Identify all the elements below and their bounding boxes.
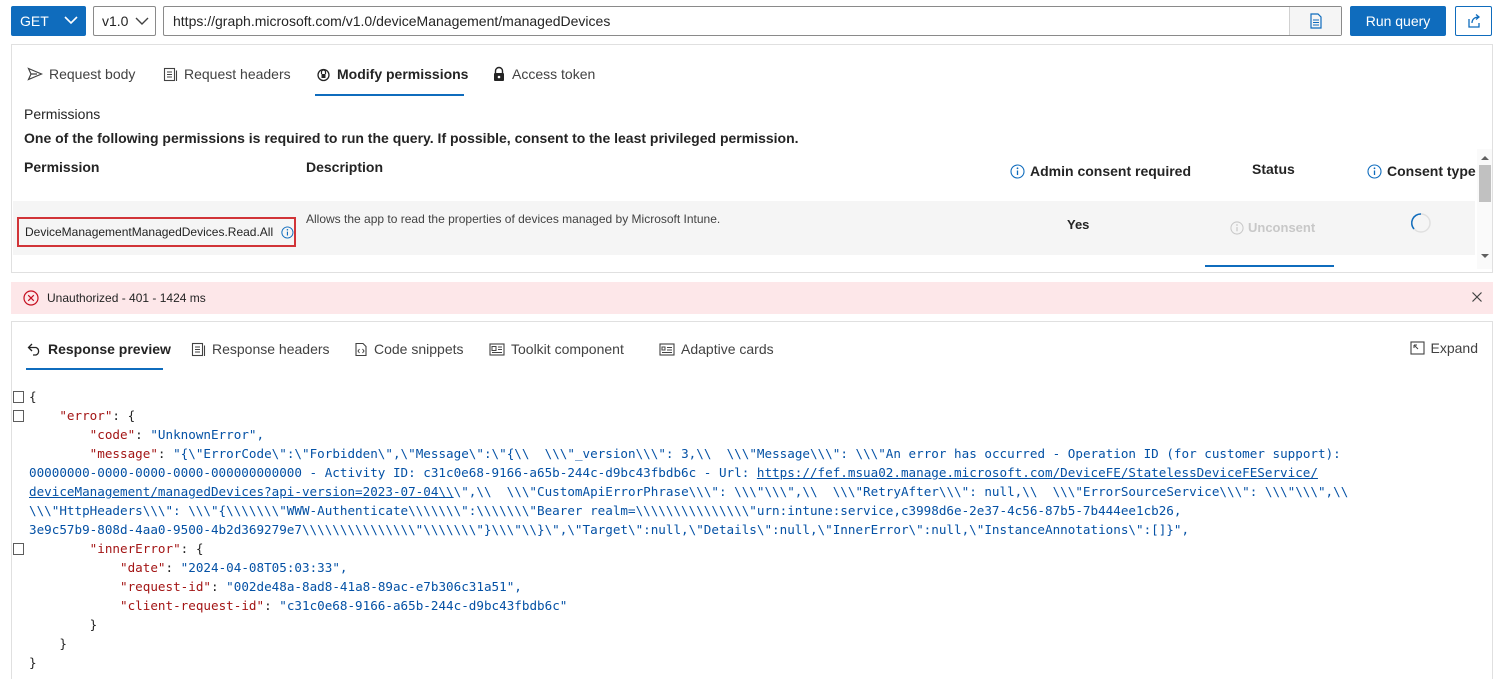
tab-label: Response headers (212, 341, 330, 357)
permission-description: Allows the app to read the properties of… (306, 212, 721, 226)
close-icon[interactable] (1471, 291, 1483, 303)
code-line: "client-request-id": "c31c0e68-9166-a65b… (120, 598, 568, 613)
column-header-admin-consent: Admin consent required (1010, 163, 1191, 179)
tab-label: Request body (49, 66, 136, 82)
info-icon (1230, 220, 1244, 235)
url-field-container (163, 6, 1342, 36)
unconsent-label: Unconsent (1248, 220, 1316, 235)
code-line: "error": { (13, 406, 1348, 425)
error-message: Unauthorized - 401 - 1424 ms (47, 291, 206, 305)
url-link[interactable]: deviceManagement/managedDevices?api-vers… (29, 484, 454, 499)
admin-consent-value: Yes (1067, 217, 1090, 232)
code-line: "code": "UnknownError", (89, 427, 265, 442)
code-line: 00000000-0000-0000-0000-000000000000 - A… (29, 465, 1318, 480)
headers-icon (163, 67, 178, 81)
tab-label: Response preview (48, 341, 171, 357)
code-icon (355, 342, 367, 356)
docs-button[interactable] (1289, 7, 1341, 35)
share-button[interactable] (1455, 6, 1492, 36)
code-line: "innerError": { (13, 539, 1348, 558)
expand-label: Expand (1430, 340, 1478, 356)
code-line: \\\"HttpHeaders\\\": \\\"{\\\\\\\"WWW-Au… (29, 503, 1182, 518)
permissions-description: One of the following permissions is requ… (24, 130, 799, 146)
code-line: } (29, 636, 67, 651)
run-query-button[interactable]: Run query (1350, 6, 1446, 36)
api-version-label: v1.0 (102, 13, 129, 29)
expand-icon (1409, 341, 1425, 355)
permission-name: DeviceManagementManagedDevices.Read.All (25, 225, 274, 239)
column-header-label: Permission (24, 159, 100, 175)
response-json-viewer[interactable]: { "error": { "code": "UnknownError", "me… (13, 387, 1349, 672)
tab-access-token[interactable]: Access token (492, 63, 595, 85)
code-line: deviceManagement/managedDevices?api-vers… (29, 484, 1349, 499)
tab-request-headers[interactable]: Request headers (163, 63, 291, 85)
http-method-label: GET (20, 13, 49, 29)
chevron-down-icon (64, 16, 78, 25)
column-header-label: Description (306, 159, 384, 175)
error-message-bar: Unauthorized - 401 - 1424 ms (11, 282, 1493, 314)
tab-label: Adaptive cards (681, 341, 774, 357)
fold-toggle[interactable] (13, 543, 24, 555)
scroll-up-icon[interactable] (1480, 155, 1490, 161)
unconsent-button[interactable]: Unconsent (1230, 220, 1315, 235)
code-line: } (29, 617, 98, 632)
tab-label: Toolkit component (511, 341, 624, 357)
send-icon (27, 67, 43, 81)
tab-code-snippets[interactable]: Code snippets (353, 338, 464, 360)
tab-label: Modify permissions (337, 66, 469, 82)
tab-adaptive-cards[interactable]: Adaptive cards (659, 338, 774, 360)
info-icon[interactable] (1367, 163, 1382, 179)
status-indicator-bar (1205, 265, 1334, 267)
tab-label: Access token (512, 66, 596, 82)
document-icon (1309, 13, 1322, 29)
request-panel: Request body Request headers Modify perm… (11, 44, 1493, 273)
code-line: "request-id": "002de48a-8ad8-41a8-89ac-e… (120, 579, 522, 594)
tab-modify-permissions[interactable]: Modify permissions (316, 63, 468, 85)
http-method-dropdown[interactable]: GET (11, 6, 86, 36)
loading-spinner-icon (1410, 213, 1431, 233)
active-tab-indicator (26, 368, 163, 370)
code-line: } (29, 655, 37, 670)
info-icon[interactable] (1010, 163, 1025, 179)
scrollbar-thumb[interactable] (1479, 165, 1491, 202)
tab-label: Request headers (184, 66, 291, 82)
code-line: "message": "{\"ErrorCode\":\"Forbidden\"… (89, 446, 1341, 461)
share-icon (1467, 14, 1480, 28)
code-line: "date": "2024-04-08T05:03:33", (120, 560, 348, 575)
info-icon[interactable] (281, 225, 294, 240)
tab-response-preview[interactable]: Response preview (27, 338, 171, 360)
fold-toggle[interactable] (13, 410, 24, 422)
chevron-down-icon (135, 17, 149, 25)
scroll-down-icon[interactable] (1480, 253, 1490, 259)
tab-toolkit-component[interactable]: Toolkit component (489, 338, 624, 360)
column-header-label: Consent type (1387, 163, 1476, 179)
lock-icon (494, 66, 504, 81)
code-line: { (13, 387, 1348, 406)
fold-toggle[interactable] (13, 391, 24, 403)
api-version-dropdown[interactable]: v1.0 (93, 6, 156, 36)
column-header-permission: Permission (24, 159, 99, 175)
undo-arrow-icon (27, 343, 40, 356)
column-header-label: Status (1252, 161, 1295, 177)
toolkit-icon (489, 342, 505, 356)
tab-response-headers[interactable]: Response headers (191, 338, 330, 360)
url-link[interactable]: https://fef.msua02.manage.microsoft.com/… (757, 465, 1318, 480)
column-header-label: Admin consent required (1030, 163, 1192, 179)
permission-name-cell[interactable]: DeviceManagementManagedDevices.Read.All (17, 217, 296, 247)
expand-button[interactable]: Expand (1409, 340, 1478, 356)
tab-label: Code snippets (374, 341, 464, 357)
card-icon (659, 342, 675, 356)
column-header-description: Description (306, 159, 383, 175)
headers-icon (191, 342, 206, 356)
query-url-input[interactable] (165, 8, 1289, 34)
tab-request-body[interactable]: Request body (27, 63, 135, 85)
column-header-consent-type: Consent type (1367, 163, 1476, 179)
column-header-status: Status (1252, 161, 1295, 177)
permissions-title: Permissions (24, 106, 101, 122)
error-circle-icon (23, 290, 39, 306)
shield-lock-icon (317, 68, 330, 82)
code-line: 3e9c57b9-808d-4aa0-9500-4b2d369279e7\\\\… (29, 522, 1190, 537)
active-tab-indicator (315, 94, 464, 96)
